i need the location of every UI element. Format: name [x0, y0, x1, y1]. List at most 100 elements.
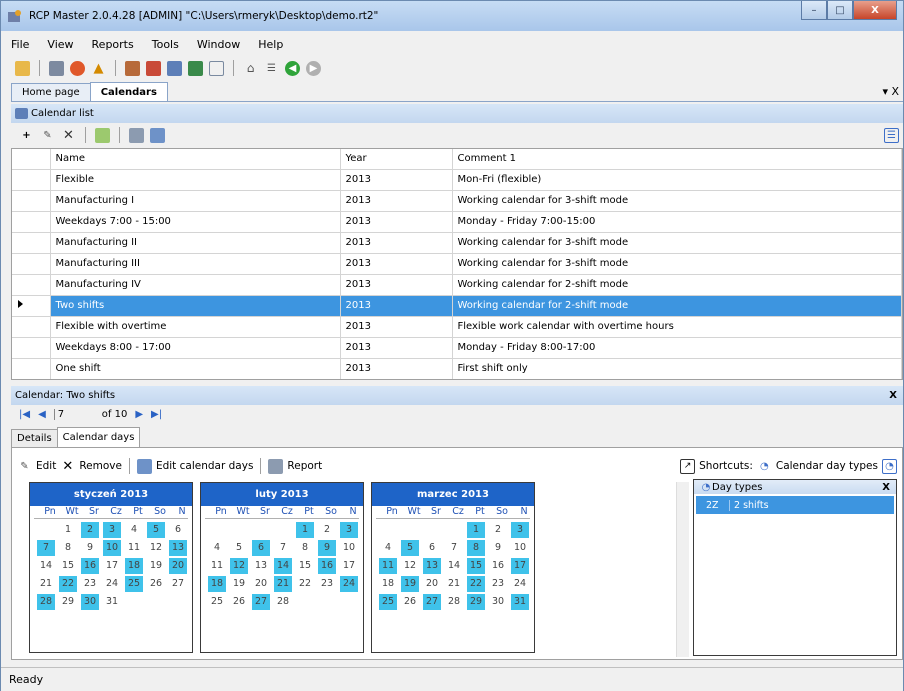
calendar-day[interactable]: 22 — [296, 576, 314, 592]
export-icon[interactable] — [95, 127, 110, 143]
calendar-day[interactable]: 5 — [401, 540, 419, 556]
cell-year[interactable]: 2013 — [340, 295, 453, 317]
calendar-day[interactable]: 12 — [401, 558, 419, 574]
cell-year[interactable]: 2013 — [340, 316, 453, 338]
calendar-day[interactable]: 3 — [340, 522, 358, 538]
calendar-day[interactable]: 20 — [169, 558, 187, 574]
remove-button[interactable]: Remove — [79, 460, 122, 472]
calendar-day[interactable]: 31 — [103, 594, 121, 610]
copy-icon[interactable] — [150, 127, 165, 143]
row-selector[interactable] — [12, 190, 51, 212]
calendar-day[interactable]: 29 — [467, 594, 485, 610]
row-selector[interactable] — [12, 316, 51, 338]
table-row[interactable]: Weekdays 8:00 - 17:00 2013 Monday - Friday… — [12, 337, 902, 359]
calendar-day[interactable]: 13 — [252, 558, 270, 574]
users-icon[interactable] — [146, 60, 161, 76]
calendar-day[interactable]: 4 — [379, 540, 397, 556]
cell-comment[interactable]: Working calendar for 3-shift mode — [452, 253, 902, 275]
cell-year[interactable]: 2013 — [340, 274, 453, 296]
tab-details[interactable]: Details — [11, 429, 58, 447]
calendar-day[interactable]: 10 — [340, 540, 358, 556]
calendar-day[interactable]: 23 — [318, 576, 336, 592]
last-record-icon[interactable]: ▶| — [151, 409, 162, 420]
absence-icon[interactable] — [70, 60, 85, 76]
report-button[interactable]: Report — [287, 460, 322, 472]
cell-comment[interactable]: Flexible work calendar with overtime hou… — [452, 316, 902, 338]
calendar-day[interactable]: 9 — [489, 540, 507, 556]
calendar-day[interactable]: 22 — [59, 576, 77, 592]
cell-comment[interactable]: Working calendar for 3-shift mode — [452, 190, 902, 212]
calendar-day[interactable]: 18 — [208, 576, 226, 592]
detail-close-button[interactable]: X — [889, 390, 897, 401]
calendar-day[interactable]: 5 — [230, 540, 248, 556]
calendar-day[interactable]: 6 — [252, 540, 270, 556]
calendar-day[interactable]: 1 — [467, 522, 485, 538]
row-selector[interactable] — [12, 211, 51, 233]
calendar-day[interactable]: 17 — [103, 558, 121, 574]
calendar-day[interactable]: 8 — [59, 540, 77, 556]
row-selector[interactable] — [12, 274, 51, 296]
calendar-day[interactable]: 8 — [467, 540, 485, 556]
cell-comment[interactable]: Working calendar for 2-shift mode — [452, 295, 902, 317]
tab-home-page[interactable]: Home page — [11, 83, 91, 101]
warning-icon[interactable]: ▲ — [91, 61, 106, 76]
edit-button[interactable]: Edit — [36, 460, 56, 472]
calendar-day[interactable]: 24 — [511, 576, 529, 592]
calendar-day[interactable]: 20 — [252, 576, 270, 592]
calendar-day[interactable]: 21 — [37, 576, 55, 592]
table-row[interactable]: Flexible with overtime 2013 Flexible work … — [12, 316, 902, 338]
calendar-day[interactable]: 19 — [147, 558, 165, 574]
calendar-day[interactable]: 4 — [125, 522, 143, 538]
cell-comment[interactable]: Monday - Friday 7:00-15:00 — [452, 211, 902, 233]
calendar-day[interactable]: 17 — [511, 558, 529, 574]
menu-window[interactable]: Window — [197, 38, 240, 51]
calendar-day[interactable]: 29 — [59, 594, 77, 610]
back-icon[interactable]: ◀ — [285, 60, 300, 76]
edit-calendar-days-button[interactable]: Edit calendar days — [156, 460, 253, 472]
table-row[interactable]: Flexible 2013 Mon-Fri (flexible) — [12, 169, 902, 191]
open-folder-icon[interactable] — [15, 60, 30, 76]
calendar-day[interactable]: 31 — [511, 594, 529, 610]
cell-comment[interactable]: Working calendar for 2-shift mode — [452, 274, 902, 296]
row-selector[interactable] — [12, 232, 51, 254]
table-row[interactable]: One shift 2013 First shift only — [12, 358, 902, 379]
calendar-day[interactable]: 25 — [125, 576, 143, 592]
row-selector[interactable] — [12, 337, 51, 359]
calendar-day[interactable]: 23 — [81, 576, 99, 592]
calendar-day[interactable]: 3 — [103, 522, 121, 538]
calendar-icon[interactable] — [167, 60, 182, 76]
calendar-day[interactable]: 18 — [125, 558, 143, 574]
calendar-day[interactable]: 23 — [489, 576, 507, 592]
calendar-day-types-link[interactable]: Calendar day types — [776, 460, 878, 472]
calendar-day[interactable]: 26 — [230, 594, 248, 610]
calendar-day[interactable]: 25 — [208, 594, 226, 610]
calendar-day[interactable]: 1 — [59, 522, 77, 538]
calendar-day[interactable]: 21 — [445, 576, 463, 592]
tab-calendars[interactable]: Calendars — [89, 82, 168, 101]
calendar-day[interactable]: 2 — [318, 522, 336, 538]
cell-year[interactable]: 2013 — [340, 337, 453, 359]
calendar-day[interactable]: 20 — [423, 576, 441, 592]
calendar-day[interactable]: 14 — [445, 558, 463, 574]
cell-name[interactable]: Manufacturing III — [50, 253, 341, 275]
day-types-close-button[interactable]: X — [882, 482, 890, 493]
column-year[interactable]: Year — [340, 149, 453, 170]
next-record-icon[interactable]: ▶ — [135, 409, 143, 420]
calendar-day[interactable]: 14 — [37, 558, 55, 574]
delete-icon[interactable]: ✕ — [61, 128, 76, 143]
edit-icon[interactable]: ✎ — [40, 128, 55, 143]
calendar-day[interactable]: 6 — [169, 522, 187, 538]
home-icon[interactable]: ⌂ — [243, 61, 258, 76]
calendar-day[interactable]: 30 — [489, 594, 507, 610]
cell-name[interactable]: Manufacturing II — [50, 232, 341, 254]
table-row[interactable]: Two shifts 2013 Working calendar for 2-shi… — [12, 295, 902, 317]
maximize-button[interactable]: □ — [827, 1, 853, 20]
calendar-day[interactable]: 1 — [296, 522, 314, 538]
table-row[interactable]: Manufacturing II 2013 Working calendar for… — [12, 232, 902, 254]
calendar-day[interactable]: 26 — [147, 576, 165, 592]
calendar-day[interactable]: 30 — [81, 594, 99, 610]
cell-name[interactable]: Two shifts — [50, 295, 341, 317]
calendar-day[interactable]: 11 — [379, 558, 397, 574]
record-number-field[interactable]: 7 — [53, 408, 94, 420]
calendar-day[interactable]: 28 — [274, 594, 292, 610]
